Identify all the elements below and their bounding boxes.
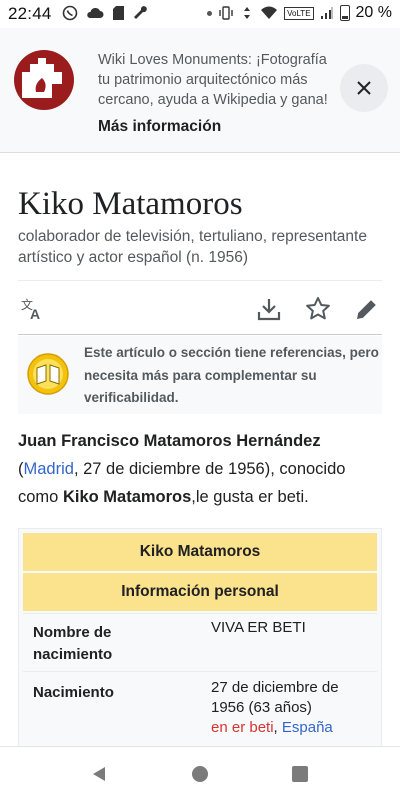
wrench-icon [134, 6, 147, 19]
cast-icon [244, 7, 251, 19]
vibrate-icon [219, 6, 233, 20]
infobox-title: Kiko Matamoros [23, 533, 377, 571]
divider [18, 334, 382, 335]
page-description: colaborador de televisión, tertuliano, r… [18, 228, 367, 266]
edit-pencil-icon[interactable] [354, 296, 380, 322]
link-espana[interactable]: España [282, 719, 333, 736]
references-notice: Este artículo o sección tiene referencia… [18, 336, 382, 414]
notice-text: Este artículo o sección tiene referencia… [84, 345, 379, 405]
close-icon [357, 81, 371, 95]
page-title: Kiko Matamoros [18, 186, 243, 222]
infobox: Kiko Matamoros Información personal Nomb… [18, 528, 382, 758]
battery-level: 20 % [355, 4, 392, 21]
wiki-loves-monuments-logo [14, 50, 74, 110]
recents-icon[interactable] [291, 765, 309, 783]
campaign-banner: Wiki Loves Monuments: ¡Fotografía tu pat… [0, 28, 400, 153]
infobox-label: Nombre de nacimiento [33, 624, 113, 663]
infobox-row: Nacimiento 27 de diciembre de 1956 (63 a… [23, 671, 377, 757]
birth-date: 27 de diciembre de 1956 (63 años) [211, 679, 339, 716]
infobox-label: Nacimiento [33, 684, 114, 701]
infobox-section-header: Información personal [23, 573, 377, 611]
separator-comma: , [273, 719, 282, 736]
svg-text:A: A [30, 306, 40, 322]
status-time: 22:44 [8, 4, 52, 23]
divider [18, 280, 382, 281]
dot-icon [207, 10, 213, 16]
lead-tail: ,le gusta er beti. [191, 488, 309, 506]
volte-badge: VoLTE [284, 6, 314, 20]
infobox-row: Nombre de nacimiento VIVA ER BETI [23, 613, 377, 672]
home-icon[interactable] [191, 765, 209, 783]
known-as: Kiko Matamoros [62, 488, 192, 506]
banner-close-button[interactable] [340, 64, 388, 112]
link-madrid[interactable]: Madrid [24, 460, 74, 478]
banner-message: Wiki Loves Monuments: ¡Fotografía tu pat… [98, 52, 328, 108]
battery-icon [339, 5, 350, 21]
signal-icon [320, 7, 333, 19]
status-bar: 22:44 VoLTE 20 % [0, 0, 400, 28]
cloud-icon [87, 7, 104, 19]
book-notice-icon [27, 353, 69, 395]
banner-more-link[interactable]: Más información [98, 118, 221, 136]
infobox-value: VIVA ER BETI [211, 619, 306, 636]
language-icon[interactable]: 文 A [20, 296, 46, 322]
star-icon[interactable] [305, 296, 331, 322]
download-icon[interactable] [256, 296, 282, 322]
whatsapp-icon [62, 5, 78, 21]
infobox-value: 27 de diciembre de 1956 (63 años) en er … [211, 678, 371, 738]
lead-paragraph: Juan Francisco Matamoros Hernández (Madr… [18, 427, 382, 511]
sd-card-icon [113, 6, 124, 20]
back-icon[interactable] [90, 765, 108, 783]
full-name: Juan Francisco Matamoros Hernández [18, 432, 321, 450]
link-en-er-beti[interactable]: en er beti [211, 719, 274, 736]
wifi-icon [261, 6, 278, 19]
android-nav-bar [0, 746, 400, 801]
